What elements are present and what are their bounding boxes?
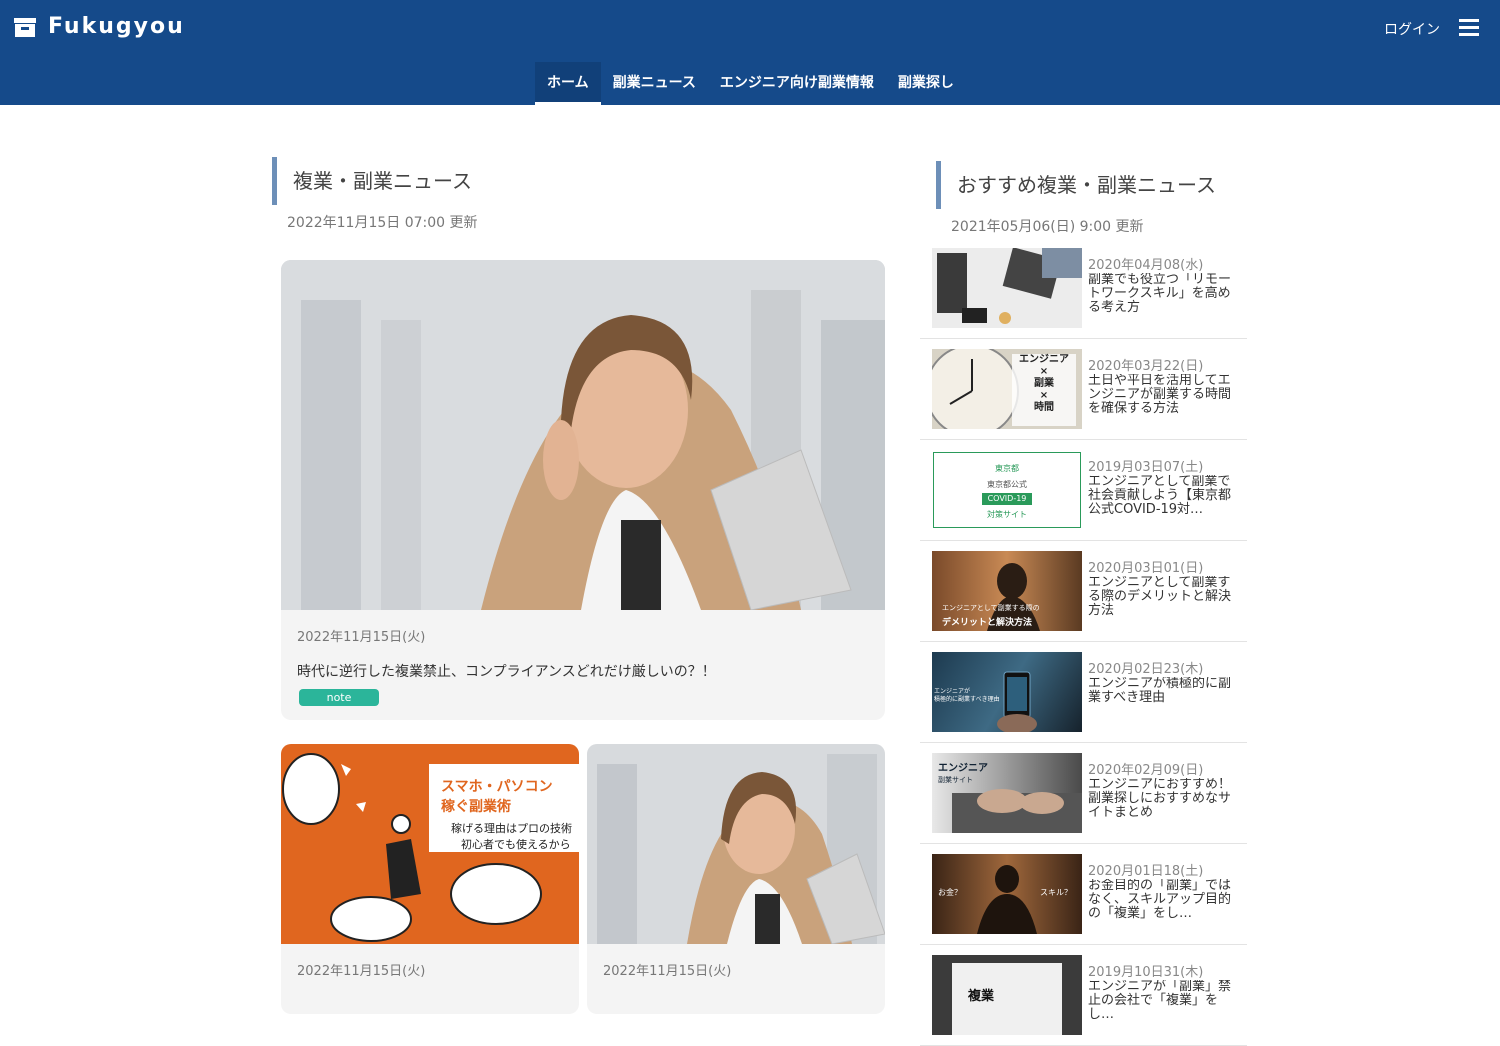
list-item[interactable]: エンジニアとして副業する際の デメリットと解決方法 2020月03日01(日) … [920, 541, 1247, 642]
sidebar-heading: おすすめ複業・副業ニュース [936, 161, 1216, 209]
item-title[interactable]: お金目的の「副業」ではなく、スキルアップ目的の「複業」をし… [1088, 879, 1234, 921]
list-item[interactable]: 2020年04月08(水) 副業でも役立つ「リモートワークスキル」を高める考え方 [920, 238, 1247, 339]
nav-engineer-info[interactable]: エンジニア向け副業情報 [708, 62, 886, 105]
article-image [587, 744, 885, 945]
list-item[interactable]: エンジニア 副業サイト 2020年02月09(日) エンジニアにおすすめ！副業探… [920, 743, 1247, 844]
logo-text: Fukugyou [48, 14, 185, 39]
main-nav: ホーム 副業ニュース エンジニア向け副業情報 副業探し [535, 62, 966, 105]
sidebar-updated: 2021年05月06(日) 9:00 更新 [951, 219, 1144, 235]
site-logo[interactable]: Fukugyou [14, 14, 185, 39]
featured-article-image [281, 260, 885, 611]
item-date: 2020年02月09(日) [1088, 763, 1204, 778]
item-date: 2020月03日01(日) [1088, 561, 1204, 576]
list-item[interactable]: 複業 2019月10日31(木) エンジニアが「副業」禁止の会社で「複業」をし… [920, 945, 1247, 1046]
item-date: 2019月03日07(土) [1088, 460, 1204, 475]
image-caption-box: スマホ・パソコン 稼ぐ副業術 稼げる理由はプロの技術 初心者でも使えるから [429, 764, 579, 852]
thumbnail: エンジニア 副業サイト [932, 753, 1082, 833]
featured-article-date: 2022年11月15日(火) [297, 630, 426, 645]
item-title[interactable]: エンジニアとして副業する際のデメリットと解決方法 [1088, 576, 1234, 618]
login-link[interactable]: ログイン [1384, 19, 1440, 39]
list-item[interactable]: 東京都 東京都公式 COVID-19 対策サイト 2019月03日07(土) エ… [920, 440, 1247, 541]
item-title[interactable]: エンジニアにおすすめ！副業探しにおすすめなサイトまとめ [1088, 778, 1234, 820]
recommended-list: 2020年04月08(水) 副業でも役立つ「リモートワークスキル」を高める考え方… [920, 238, 1247, 1046]
nav-job-search[interactable]: 副業探し [886, 62, 966, 105]
list-item[interactable]: お金？ スキル？ 2020月01日18(土) お金目的の「副業」ではなく、スキル… [920, 844, 1247, 945]
source-tag[interactable]: note [299, 689, 379, 706]
article-card[interactable]: スマホ・パソコン 稼ぐ副業術 稼げる理由はプロの技術 初心者でも使えるから 20… [281, 744, 579, 1014]
item-title[interactable]: エンジニアが「副業」禁止の会社で「複業」をし… [1088, 980, 1234, 1022]
main-heading: 複業・副業ニュース [272, 157, 472, 205]
thumbnail: 東京都 東京都公式 COVID-19 対策サイト [933, 452, 1081, 528]
item-title[interactable]: エンジニアとして副業で社会貢献しよう【東京都公式COVID-19対… [1088, 475, 1234, 517]
thumbnail: エンジニアとして副業する際の デメリットと解決方法 [932, 551, 1082, 631]
main-updated: 2022年11月15日 07:00 更新 [287, 215, 478, 231]
item-title[interactable]: 副業でも役立つ「リモートワークスキル」を高める考え方 [1088, 273, 1234, 315]
item-date: 2020年03月22(日) [1088, 359, 1204, 374]
thumbnail [932, 248, 1082, 328]
item-title[interactable]: エンジニアが積極的に副業すべき理由 [1088, 677, 1234, 705]
item-date: 2020月01日18(土) [1088, 864, 1204, 879]
list-item[interactable]: エンジニアが 積極的に副業すべき理由 2020月02日23(木) エンジニアが積… [920, 642, 1247, 743]
thumbnail: 複業 [932, 955, 1082, 1035]
thumbnail: エンジニア × 副業 × 時間 [932, 349, 1082, 429]
nav-home[interactable]: ホーム [535, 62, 601, 105]
list-item[interactable]: エンジニア × 副業 × 時間 2020年03月22(日) 土日や平日を活用して… [920, 339, 1247, 440]
article-image: スマホ・パソコン 稼ぐ副業術 稼げる理由はプロの技術 初心者でも使えるから [281, 744, 579, 944]
archive-box-icon [14, 16, 36, 38]
featured-article-card[interactable]: 2022年11月15日(火) 時代に逆行した複業禁止、コンプライアンスどれだけ厳… [281, 260, 885, 720]
article-date: 2022年11月15日(火) [603, 964, 732, 979]
featured-article-title[interactable]: 時代に逆行した複業禁止、コンプライアンスどれだけ厳しいの？！ [297, 661, 716, 681]
article-card[interactable]: 2022年11月15日(火) [587, 744, 885, 1014]
thumbnail: エンジニアが 積極的に副業すべき理由 [932, 652, 1082, 732]
item-date: 2019月10日31(木) [1088, 965, 1204, 980]
item-date: 2020年04月08(水) [1088, 258, 1204, 273]
hamburger-menu-icon[interactable] [1459, 19, 1479, 37]
article-date: 2022年11月15日(火) [297, 964, 426, 979]
thumbnail: お金？ スキル？ [932, 854, 1082, 934]
site-header: Fukugyou ログイン ホーム 副業ニュース エンジニア向け副業情報 副業探… [0, 0, 1500, 105]
item-date: 2020月02日23(木) [1088, 662, 1204, 677]
item-title[interactable]: 土日や平日を活用してエンジニアが副業する時間を確保する方法 [1088, 374, 1234, 416]
nav-side-job-news[interactable]: 副業ニュース [601, 62, 708, 105]
